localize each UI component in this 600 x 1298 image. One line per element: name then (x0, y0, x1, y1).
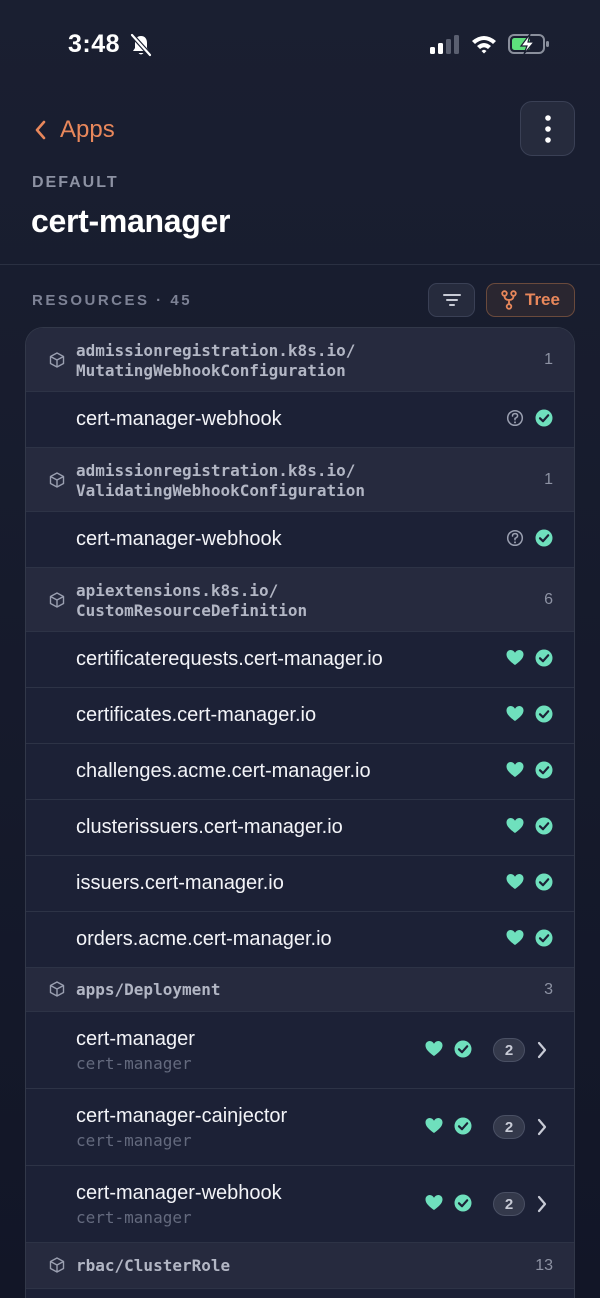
resource-item[interactable]: cert-manager-webhook cert-manager 2 (26, 1166, 574, 1243)
sync-check-icon (535, 817, 553, 835)
chevron-right-icon (537, 1118, 547, 1136)
heart-icon (506, 706, 524, 721)
back-button-label: Apps (60, 116, 115, 143)
resource-group-count: 6 (544, 591, 553, 608)
sync-check-icon (535, 705, 553, 723)
resource-group-name: apiextensions.k8s.io/CustomResourceDefin… (76, 581, 308, 620)
resource-item-name: issuers.cert-manager.io (76, 872, 284, 894)
sync-check-icon (535, 409, 553, 427)
cube-icon (49, 472, 65, 488)
resource-group-header[interactable]: apiextensions.k8s.io/CustomResourceDefin… (26, 568, 574, 632)
resource-item-name: clusterissuers.cert-manager.io (76, 816, 343, 838)
resource-group-header[interactable]: admissionregistration.k8s.io/MutatingWeb… (26, 328, 574, 392)
namespace-label: DEFAULT (32, 174, 119, 191)
resource-group-name: admissionregistration.k8s.io/MutatingWeb… (76, 341, 356, 380)
resource-item-name: cert-manager-webhook (76, 528, 282, 550)
resource-group-count: 3 (544, 981, 553, 998)
resource-item[interactable]: cert-manager cert-manager 2 (26, 1012, 574, 1089)
resources-count-label: RESOURCES · 45 (32, 292, 193, 309)
children-count-badge: 2 (493, 1192, 525, 1216)
resource-item[interactable]: certificates.cert-manager.io (26, 688, 574, 744)
sync-check-icon (535, 873, 553, 891)
page-title: cert-manager (31, 203, 231, 239)
heart-icon (506, 874, 524, 889)
resource-group-count: 13 (535, 1257, 553, 1274)
header-divider (0, 264, 600, 265)
resource-group-count: 1 (544, 471, 553, 488)
heart-icon (506, 930, 524, 945)
resource-item[interactable]: clusterissuers.cert-manager.io (26, 800, 574, 856)
children-count-badge: 2 (493, 1038, 525, 1062)
heart-icon (506, 650, 524, 665)
filter-button[interactable] (428, 283, 475, 317)
resource-item-name: certificates.cert-manager.io (76, 704, 317, 726)
cube-icon (49, 981, 65, 997)
status-time: 3:48 (68, 30, 121, 58)
tree-view-button[interactable]: Tree (486, 283, 575, 317)
resource-item-name: orders.acme.cert-manager.io (76, 928, 332, 950)
resource-group-header[interactable]: apps/Deployment 3 (26, 968, 574, 1012)
sync-check-icon (535, 929, 553, 947)
sync-check-icon (454, 1117, 472, 1135)
heart-icon (425, 1195, 443, 1210)
health-unknown-icon (506, 409, 524, 427)
tree-view-label: Tree (525, 290, 560, 309)
heart-icon (506, 818, 524, 833)
health-unknown-icon (506, 529, 524, 547)
chevron-right-icon (537, 1195, 547, 1213)
more-vertical-icon (544, 114, 551, 143)
resource-item-name: cert-manager (76, 1028, 195, 1050)
status-bar: 3:48 (0, 0, 600, 90)
chevron-left-icon (35, 120, 46, 140)
cellular-signal-icon (430, 35, 459, 54)
resource-item[interactable]: issuers.cert-manager.io (26, 856, 574, 912)
back-button[interactable]: Apps (34, 112, 115, 148)
filter-icon (442, 294, 461, 306)
wifi-icon (472, 36, 496, 54)
children-count-badge: 2 (493, 1115, 525, 1139)
resource-item-name: cert-manager-webhook (76, 408, 282, 430)
resource-item-namespace: cert-manager (76, 1054, 192, 1073)
git-branch-icon (501, 290, 517, 310)
resource-item-namespace: cert-manager (76, 1208, 192, 1227)
resource-group-count: 1 (544, 351, 553, 368)
heart-icon (425, 1041, 443, 1056)
resource-group-name: admissionregistration.k8s.io/ValidatingW… (76, 461, 365, 500)
resource-group-header[interactable]: admissionregistration.k8s.io/ValidatingW… (26, 448, 574, 512)
resource-group-header[interactable]: rbac/ClusterRole 13 (26, 1243, 574, 1289)
sync-check-icon (454, 1040, 472, 1058)
resource-item[interactable]: challenges.acme.cert-manager.io (26, 744, 574, 800)
bell-muted-icon (130, 33, 152, 57)
sync-check-icon (535, 529, 553, 547)
cube-icon (49, 1257, 65, 1273)
resource-item[interactable]: cert-manager-cainjector cert-manager 2 (26, 1089, 574, 1166)
resource-list[interactable]: admissionregistration.k8s.io/MutatingWeb… (25, 327, 575, 1298)
resource-item[interactable]: certificaterequests.cert-manager.io (26, 632, 574, 688)
sync-check-icon (535, 649, 553, 667)
resource-item-name: cert-manager-webhook (76, 1182, 282, 1204)
resource-item[interactable]: orders.acme.cert-manager.io (26, 912, 574, 968)
resource-item-name: challenges.acme.cert-manager.io (76, 760, 371, 782)
resource-item-name: certificaterequests.cert-manager.io (76, 648, 383, 670)
resource-group-name: apps/Deployment (76, 980, 221, 999)
cube-icon (49, 352, 65, 368)
chevron-right-icon (537, 1041, 547, 1059)
resource-item-name: cert-manager-cainjector (76, 1105, 288, 1127)
resource-item[interactable] (26, 1289, 574, 1298)
heart-icon (425, 1118, 443, 1133)
resource-item-namespace: cert-manager (76, 1131, 192, 1150)
sync-check-icon (535, 761, 553, 779)
resource-item[interactable]: cert-manager-webhook (26, 392, 574, 448)
sync-check-icon (454, 1194, 472, 1212)
resource-group-name: rbac/ClusterRole (76, 1256, 231, 1275)
battery-charging-icon (508, 33, 549, 55)
more-options-button[interactable] (520, 101, 575, 156)
heart-icon (506, 762, 524, 777)
resource-item[interactable]: cert-manager-webhook (26, 512, 574, 568)
cube-icon (49, 592, 65, 608)
